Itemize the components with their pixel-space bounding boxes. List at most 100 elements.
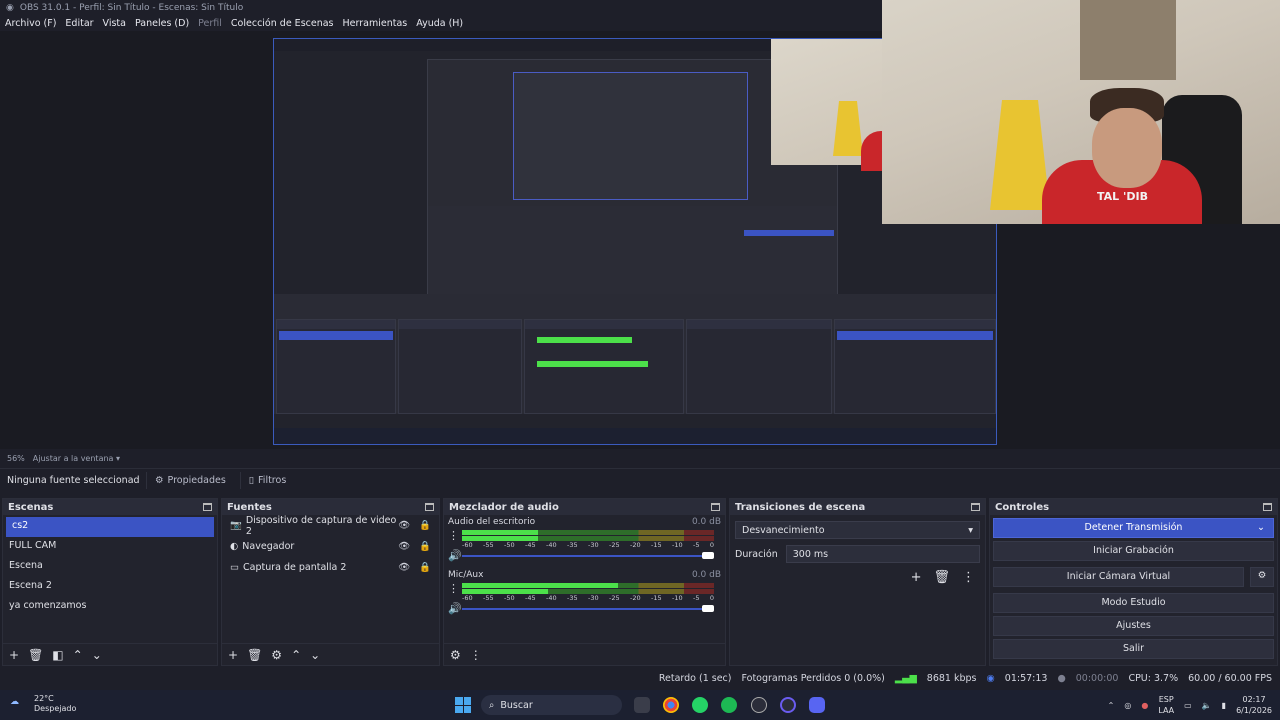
menu-herramientas[interactable]: Herramientas <box>343 18 408 29</box>
move-down-icon[interactable]: ⌄ <box>92 648 102 662</box>
battery-icon[interactable]: ▮ <box>1222 701 1226 710</box>
language-indicator[interactable]: ESP LAA <box>1158 694 1174 716</box>
meter-tick-label: -40 <box>546 540 557 549</box>
sources-title: Fuentes <box>227 501 272 513</box>
windows-start-icon[interactable] <box>455 697 471 713</box>
undock-icon[interactable] <box>711 503 720 511</box>
kebab-menu-icon[interactable]: ⋮ <box>962 570 975 585</box>
weather-icon: ☁ <box>10 697 19 707</box>
trash-icon[interactable]: 🗑 <box>247 648 262 662</box>
gear-icon[interactable]: ⚙ <box>450 648 461 662</box>
lock-icon[interactable]: 🔒 <box>419 520 431 531</box>
chevron-up-icon[interactable]: ⌃ <box>1108 701 1115 710</box>
menu-coleccion-escenas[interactable]: Colección de Escenas <box>231 18 334 29</box>
studio-mode-button[interactable]: Modo Estudio <box>993 593 1274 613</box>
menu-perfil[interactable]: Perfil <box>198 18 222 29</box>
chevron-down-icon: ▾ <box>968 525 973 536</box>
add-icon[interactable]: + <box>228 648 238 662</box>
scene-item[interactable]: Escena <box>3 557 217 577</box>
meter-tick-label: -10 <box>672 593 683 602</box>
tray-app-icon[interactable]: ◎ <box>1124 701 1131 710</box>
clock[interactable]: 02:17 6/1/2026 <box>1236 694 1272 716</box>
undock-icon[interactable] <box>203 503 212 511</box>
lock-icon[interactable]: 🔒 <box>419 541 431 552</box>
chrome-icon[interactable] <box>663 697 679 713</box>
start-virtual-camera-button[interactable]: Iniciar Cámara Virtual <box>993 567 1244 587</box>
transition-select[interactable]: Desvanecimiento ▾ <box>735 521 980 539</box>
steam-icon[interactable] <box>751 697 767 713</box>
trash-icon[interactable]: 🗑 <box>28 648 43 662</box>
speaker-icon[interactable]: 🔊 <box>448 549 462 562</box>
exit-button[interactable]: Salir <box>993 639 1274 659</box>
person-face <box>1092 108 1162 188</box>
obs-icon[interactable] <box>780 697 796 713</box>
webcam-source[interactable]: TAL 'DIB <box>882 0 1280 224</box>
kebab-menu-icon[interactable]: ⋮ <box>448 582 459 595</box>
eye-icon[interactable]: 👁 <box>398 541 410 552</box>
eye-icon[interactable]: 👁 <box>398 520 410 531</box>
taskbar-search[interactable]: ⌕ Buscar <box>481 695 622 715</box>
stop-streaming-button[interactable]: Detener Transmisión ⌄ <box>993 518 1274 538</box>
filters-button[interactable]: ▯ Filtros <box>239 472 294 489</box>
speaker-icon[interactable]: 🔊 <box>448 602 462 615</box>
scene-item[interactable]: ya comenzamos <box>3 597 217 617</box>
scene-item[interactable]: Escena 2 <box>3 577 217 597</box>
add-icon[interactable]: + <box>911 570 922 585</box>
transitions-dock: Transiciones de escena Desvanecimiento ▾… <box>729 498 986 666</box>
source-item[interactable]: 📷 Dispositivo de captura de video 2 👁 🔒 <box>222 515 439 537</box>
volume-slider[interactable] <box>462 604 714 612</box>
weather-widget[interactable]: 22°C Despejado <box>34 694 76 714</box>
nested-sources-dock <box>398 319 522 414</box>
lock-icon[interactable]: 🔒 <box>419 562 431 573</box>
zoom-fit-dropdown[interactable]: Ajustar a la ventana ▾ <box>33 454 120 463</box>
trash-icon[interactable]: 🗑 <box>933 570 950 585</box>
scenes-title: Escenas <box>8 501 54 513</box>
undock-icon[interactable] <box>1263 503 1272 511</box>
task-view-icon[interactable] <box>634 697 650 713</box>
start-recording-button[interactable]: Iniciar Grabación <box>993 541 1274 561</box>
slider-knob[interactable] <box>702 604 714 612</box>
tray-mic-icon[interactable]: ● <box>1141 701 1148 710</box>
chevron-down-icon[interactable]: ⌄ <box>1257 522 1265 533</box>
scene-item[interactable]: cs2 <box>6 517 214 537</box>
gear-icon[interactable]: ⚙ <box>271 648 282 662</box>
scene-label: Escena <box>9 560 43 571</box>
discord-icon[interactable] <box>809 697 825 713</box>
virtual-camera-settings-button[interactable]: ⚙ <box>1250 567 1274 587</box>
duration-value: 300 ms <box>792 549 829 560</box>
move-down-icon[interactable]: ⌄ <box>310 648 320 662</box>
sources-footer: + 🗑 ⚙ ⌃ ⌄ <box>222 643 439 665</box>
menu-editar[interactable]: Editar <box>65 18 93 29</box>
settings-button[interactable]: Ajustes <box>993 616 1274 636</box>
meter-ticks: -60 -55 -50 -45 -40 -35 -30 -25 -20 -15 -10 -5 0 <box>462 594 714 602</box>
spotify-icon[interactable] <box>721 697 737 713</box>
kebab-menu-icon[interactable]: ⋮ <box>470 648 482 662</box>
eye-icon[interactable]: 👁 <box>398 562 410 573</box>
filter-icon[interactable]: ◧ <box>52 648 63 662</box>
search-label: Buscar <box>500 699 533 711</box>
add-icon[interactable]: + <box>9 648 19 662</box>
windows-taskbar: ☁ 22°C Despejado ⌕ Buscar ⌃ ◎ ● ESP LAA … <box>0 690 1280 720</box>
whatsapp-icon[interactable] <box>692 697 708 713</box>
scene-item[interactable]: FULL CAM <box>3 537 217 557</box>
menu-vista[interactable]: Vista <box>103 18 126 29</box>
undock-icon[interactable] <box>971 503 980 511</box>
properties-button[interactable]: ⚙ Propiedades <box>146 472 234 489</box>
menu-paneles[interactable]: Paneles (D) <box>135 18 189 29</box>
move-up-icon[interactable]: ⌃ <box>73 648 83 662</box>
source-item[interactable]: ◐ Navegador 👁 🔒 <box>222 536 439 557</box>
slider-knob[interactable] <box>702 551 714 559</box>
menu-archivo[interactable]: Archivo (F) <box>5 18 56 29</box>
menu-ayuda[interactable]: Ayuda (H) <box>416 18 463 29</box>
duration-field[interactable]: 300 ms <box>785 545 980 563</box>
kebab-menu-icon[interactable]: ⋮ <box>448 529 459 542</box>
volume-icon[interactable]: 🔈 <box>1202 701 1212 710</box>
undock-icon[interactable] <box>425 503 434 511</box>
move-up-icon[interactable]: ⌃ <box>291 648 301 662</box>
nested-controls-dock <box>834 319 996 414</box>
meter-tick-label: -30 <box>588 540 599 549</box>
properties-label: Propiedades <box>167 475 226 486</box>
volume-slider[interactable] <box>462 551 714 559</box>
source-item[interactable]: ▭ Captura de pantalla 2 👁 🔒 <box>222 557 439 578</box>
network-icon[interactable]: ▭ <box>1184 701 1192 710</box>
